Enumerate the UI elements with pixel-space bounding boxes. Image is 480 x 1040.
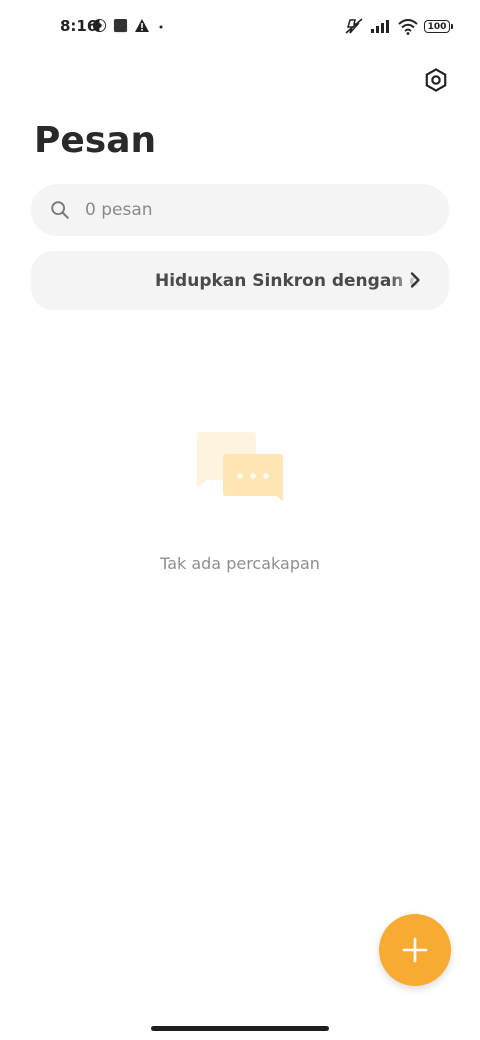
sync-banner-label: Hidupkan Sinkron dengan cloud [155, 271, 421, 291]
empty-state-message: Tak ada percakapan [160, 554, 320, 573]
mute-icon [345, 18, 363, 34]
search-input[interactable] [83, 199, 407, 221]
chat-bubbles-icon [197, 432, 283, 502]
search-bar[interactable] [31, 184, 449, 236]
dot-icon [159, 25, 163, 29]
warning-icon [135, 19, 149, 32]
app-square-icon [113, 18, 128, 33]
page-title: Pesan [34, 120, 157, 161]
new-conversation-button[interactable] [379, 914, 451, 986]
battery-level: 100 [427, 21, 447, 32]
battery-icon: 100 [424, 20, 453, 33]
home-indicator[interactable] [151, 1026, 329, 1031]
settings-button[interactable] [421, 65, 451, 95]
sync-banner[interactable]: Hidupkan Sinkron dengan cloud [31, 251, 449, 310]
status-bar: 8:16 100 [0, 0, 480, 56]
chevron-right-icon [410, 272, 420, 288]
vpn-icon [92, 18, 107, 33]
status-left-icons [92, 18, 166, 33]
settings-hex-icon [425, 68, 447, 92]
wifi-icon [398, 18, 418, 35]
status-right-icons: 100 [344, 18, 453, 35]
search-icon [51, 201, 69, 219]
plus-icon [402, 937, 428, 963]
signal-icon [371, 20, 389, 33]
